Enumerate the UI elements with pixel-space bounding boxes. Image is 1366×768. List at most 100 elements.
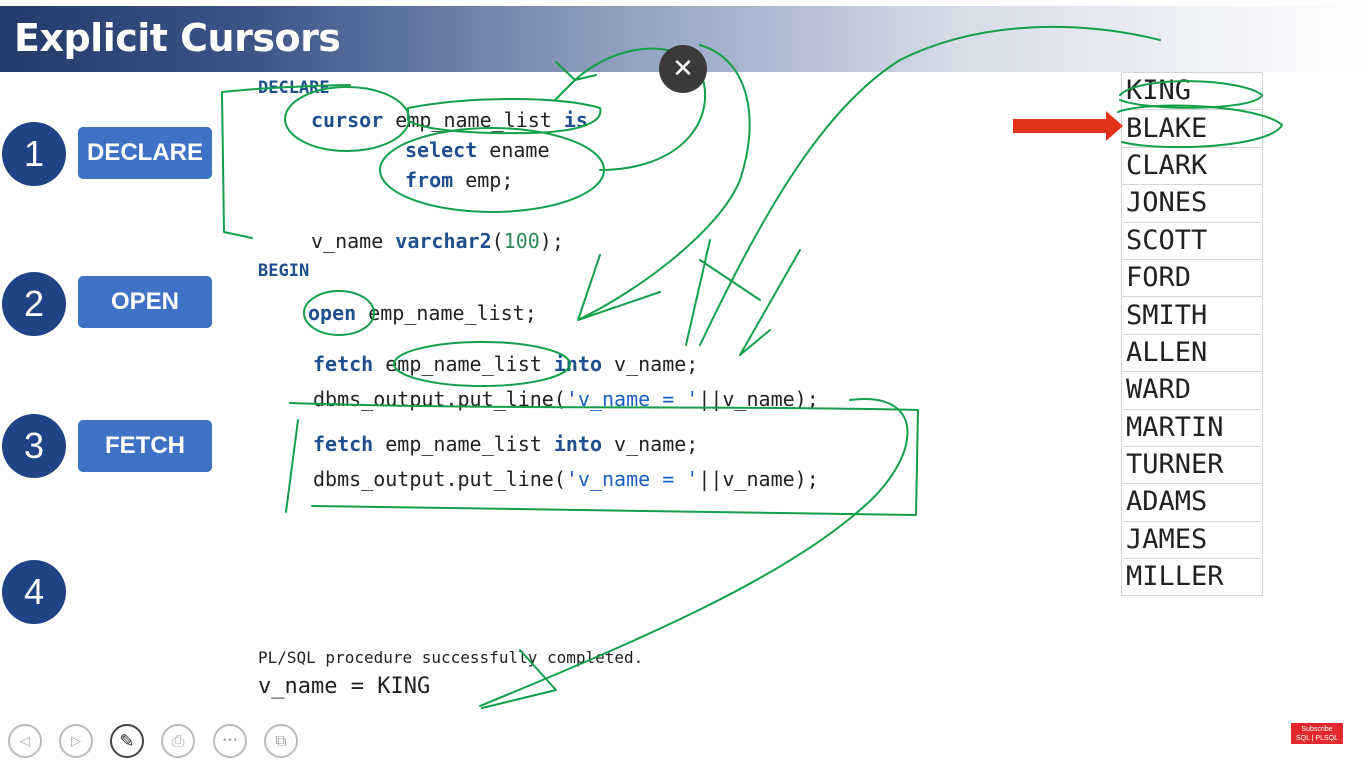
table-row: TURNER (1121, 445, 1263, 485)
open-keyword: open (308, 301, 357, 325)
table-cell: JAMES (1121, 520, 1263, 560)
table-cell: SCOTT (1121, 221, 1263, 260)
put-line-suffix: ||v_name); (698, 467, 819, 491)
variable-name: v_name (311, 229, 396, 253)
into-keyword: into (553, 352, 603, 376)
table-cell: MARTIN (1121, 408, 1263, 447)
table-cell: WARD (1121, 371, 1263, 410)
next-icon: ▷ (71, 733, 81, 749)
step-3-label: FETCH (78, 420, 212, 472)
from-table: emp; (453, 168, 514, 192)
table-row: BLAKE (1121, 109, 1263, 148)
table-cell: KING (1121, 71, 1263, 111)
second-fetch-box (285, 402, 919, 516)
export-button[interactable]: ⎙ (161, 724, 195, 758)
code-line-variable: v_name varchar2(100); (311, 229, 564, 253)
more-options-button[interactable]: ••• (213, 724, 247, 758)
export-icon: ⎙ (171, 731, 185, 750)
step-4-circle: 4 (2, 560, 66, 624)
table-row: ALLEN (1121, 333, 1263, 373)
red-arrow-icon (1013, 111, 1123, 141)
more-icon: ••• (222, 736, 238, 746)
cursor-name: emp_name_list (383, 108, 564, 132)
table-row: KING (1121, 71, 1263, 111)
table-cell: ADAMS (1121, 483, 1263, 522)
step-3-circle: 3 (2, 414, 66, 478)
code-line-from: from emp; (405, 168, 513, 192)
code-line-open: open emp_name_list; (308, 301, 537, 325)
arrow-to-open (577, 44, 751, 321)
open-cursor-name: emp_name_list; (356, 301, 537, 325)
screen-icon: ⧉ (275, 731, 287, 750)
output-value: v_name = KING (258, 674, 431, 699)
fetch-keyword: fetch (313, 432, 374, 456)
table-cell: SMITH (1121, 296, 1263, 335)
previous-icon: ◁ (20, 733, 30, 749)
table-row: ADAMS (1121, 483, 1263, 522)
step-1-label: DECLARE (78, 127, 212, 179)
variable-size: 100 (503, 229, 540, 253)
code-line-put-line-2: dbms_output.put_line('v_name = '||v_name… (313, 467, 819, 491)
put-line-suffix: ||v_name); (698, 387, 819, 411)
variable-paren-close: ); (539, 229, 564, 253)
table-cell: CLARK (1121, 146, 1263, 186)
into-keyword: into (553, 432, 603, 456)
table-row: MARTIN (1121, 408, 1263, 447)
table-cell: ALLEN (1121, 333, 1263, 373)
subscribe-badge[interactable]: Subscribe SQL | PLSQL (1291, 723, 1343, 744)
screen-view-button[interactable]: ⧉ (264, 724, 298, 758)
cursor-keyword: cursor (311, 108, 384, 132)
select-column: ename (477, 138, 550, 162)
previous-slide-button[interactable]: ◁ (8, 724, 42, 758)
table-cell: JONES (1121, 184, 1263, 223)
next-slide-button[interactable]: ▷ (59, 724, 93, 758)
close-button[interactable]: ✕ (659, 45, 707, 93)
code-line-declare: DECLARE (258, 78, 330, 98)
table-cell: FORD (1121, 258, 1263, 298)
emp-names-table: KING BLAKE CLARK JONES SCOTT FORD SMITH … (1121, 71, 1263, 597)
table-row: JAMES (1121, 520, 1263, 560)
table-row: SMITH (1121, 296, 1263, 335)
put-line-prefix: dbms_output.put_line( (313, 387, 566, 411)
begin-keyword: BEGIN (258, 261, 310, 281)
table-cell: TURNER (1121, 445, 1263, 485)
code-line-begin: BEGIN (258, 261, 309, 281)
subscribe-label: Subscribe (1301, 726, 1333, 733)
fetch-cursor-name: emp_name_list (373, 352, 554, 376)
slide-title: Explicit Cursors (14, 16, 341, 60)
table-row: MILLER (1121, 558, 1263, 597)
table-row: JONES (1121, 184, 1263, 223)
output-status: PL/SQL procedure successfully completed. (258, 648, 644, 667)
step-1-circle: 1 (2, 122, 66, 186)
from-keyword: from (405, 168, 454, 192)
pen-icon: ✎ (119, 730, 135, 752)
select-keyword: select (405, 138, 478, 162)
code-line-fetch-2: fetch emp_name_list into v_name; (313, 432, 698, 456)
table-cell: BLAKE (1121, 109, 1263, 148)
code-line-cursor: cursor emp_name_list is (311, 108, 588, 132)
channel-label: SQL | PLSQL (1295, 735, 1339, 742)
step-2-label: OPEN (78, 276, 212, 328)
put-line-string: 'v_name = ' (565, 467, 699, 491)
code-line-put-line-1: dbms_output.put_line('v_name = '||v_name… (313, 387, 819, 411)
fetch-variable: v_name; (602, 432, 699, 456)
fetch-variable: v_name; (602, 352, 699, 376)
table-row: FORD (1121, 258, 1263, 298)
code-line-select: select ename (405, 138, 550, 162)
pen-tool-button[interactable]: ✎ (110, 724, 144, 758)
variable-type: varchar2 (395, 229, 492, 253)
table-row: CLARK (1121, 146, 1263, 186)
code-line-fetch-1: fetch emp_name_list into v_name; (313, 352, 698, 376)
fetch-keyword: fetch (313, 352, 374, 376)
step-2-circle: 2 (2, 272, 66, 336)
put-line-string: 'v_name = ' (565, 387, 699, 411)
fetch-cursor-name: emp_name_list (373, 432, 554, 456)
is-keyword: is (563, 108, 588, 132)
arrows-to-fetch (685, 25, 1161, 356)
put-line-prefix: dbms_output.put_line( (313, 467, 566, 491)
table-row: WARD (1121, 371, 1263, 410)
variable-paren-open: ( (491, 229, 504, 253)
table-row: SCOTT (1121, 221, 1263, 260)
table-cell: MILLER (1121, 558, 1263, 597)
declare-keyword: DECLARE (258, 78, 330, 98)
